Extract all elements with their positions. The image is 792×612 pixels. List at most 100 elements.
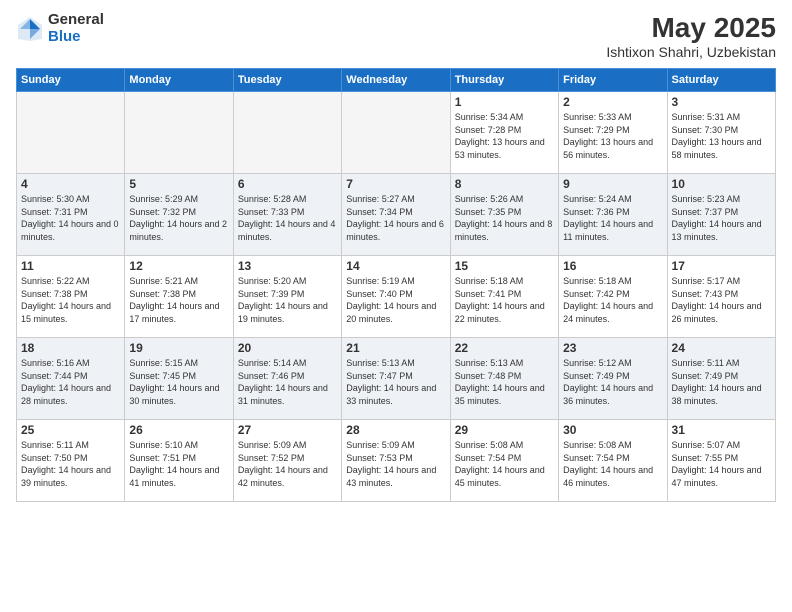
day-info: Sunrise: 5:07 AM Sunset: 7:55 PM Dayligh… [672,439,771,489]
calendar-week-1: 1Sunrise: 5:34 AM Sunset: 7:28 PM Daylig… [17,92,776,174]
calendar-cell: 24 Sunrise: 5:11 AM Sunset: 7:49 PM Dayli… [667,338,775,420]
calendar-cell: 2Sunrise: 5:33 AM Sunset: 7:29 PM Daylig… [559,92,667,174]
calendar-cell: 15 Sunrise: 5:18 AM Sunset: 7:41 PM Dayli… [450,256,558,338]
day-number: 4 [21,177,120,191]
calendar-week-2: 4Sunrise: 5:30 AM Sunset: 7:31 PM Daylig… [17,174,776,256]
page: General Blue May 2025 Ishtixon Shahri, U… [0,0,792,612]
title-block: May 2025 Ishtixon Shahri, Uzbekistan [606,12,776,60]
calendar-cell: 8 Sunrise: 5:26 AM Sunset: 7:35 PM Daylig… [450,174,558,256]
col-wednesday: Wednesday [342,69,450,92]
day-info: Sunrise: 5:27 AM Sunset: 7:34 PM Dayligh… [346,193,445,243]
day-number: 12 [129,259,228,273]
day-info: Sunrise: 5:15 AM Sunset: 7:45 PM Dayligh… [129,357,228,407]
day-info: Sunrise: 5:33 AM Sunset: 7:29 PM Dayligh… [563,111,662,161]
day-number: 1 [455,95,554,109]
calendar-cell: 5 Sunrise: 5:29 AM Sunset: 7:32 PM Daylig… [125,174,233,256]
calendar-cell: 22 Sunrise: 5:13 AM Sunset: 7:48 PM Dayli… [450,338,558,420]
calendar-cell: 17 Sunrise: 5:17 AM Sunset: 7:43 PM Dayli… [667,256,775,338]
day-number: 16 [563,259,662,273]
calendar-cell: 13 Sunrise: 5:20 AM Sunset: 7:39 PM Dayli… [233,256,341,338]
col-saturday: Saturday [667,69,775,92]
calendar-week-5: 25 Sunrise: 5:11 AM Sunset: 7:50 PM Dayli… [17,420,776,502]
calendar-cell: 3 Sunrise: 5:31 AM Sunset: 7:30 PM Daylig… [667,92,775,174]
calendar-cell [17,92,125,174]
col-monday: Monday [125,69,233,92]
day-number: 18 [21,341,120,355]
calendar-cell: 26 Sunrise: 5:10 AM Sunset: 7:51 PM Dayli… [125,420,233,502]
col-tuesday: Tuesday [233,69,341,92]
day-number: 27 [238,423,337,437]
day-info: Sunrise: 5:12 AM Sunset: 7:49 PM Dayligh… [563,357,662,407]
day-number: 23 [563,341,662,355]
logo-icon [16,15,44,43]
day-info: Sunrise: 5:31 AM Sunset: 7:30 PM Dayligh… [672,111,771,161]
day-number: 8 [455,177,554,191]
day-info: Sunrise: 5:18 AM Sunset: 7:41 PM Dayligh… [455,275,554,325]
calendar-cell [233,92,341,174]
day-info: Sunrise: 5:10 AM Sunset: 7:51 PM Dayligh… [129,439,228,489]
calendar-cell: 16Sunrise: 5:18 AM Sunset: 7:42 PM Dayli… [559,256,667,338]
calendar-week-3: 11Sunrise: 5:22 AM Sunset: 7:38 PM Dayli… [17,256,776,338]
main-title: May 2025 [606,12,776,44]
logo-general: General [48,12,104,29]
day-number: 22 [455,341,554,355]
calendar-cell: 9 Sunrise: 5:24 AM Sunset: 7:36 PM Daylig… [559,174,667,256]
day-number: 11 [21,259,120,273]
day-info: Sunrise: 5:19 AM Sunset: 7:40 PM Dayligh… [346,275,445,325]
calendar-cell: 6 Sunrise: 5:28 AM Sunset: 7:33 PM Daylig… [233,174,341,256]
day-info: Sunrise: 5:11 AM Sunset: 7:50 PM Dayligh… [21,439,120,489]
day-number: 10 [672,177,771,191]
logo: General Blue [16,12,104,45]
day-number: 25 [21,423,120,437]
calendar-cell: 31 Sunrise: 5:07 AM Sunset: 7:55 PM Dayli… [667,420,775,502]
col-sunday: Sunday [17,69,125,92]
day-info: Sunrise: 5:21 AM Sunset: 7:38 PM Dayligh… [129,275,228,325]
header: General Blue May 2025 Ishtixon Shahri, U… [16,12,776,60]
calendar-cell: 11Sunrise: 5:22 AM Sunset: 7:38 PM Dayli… [17,256,125,338]
day-info: Sunrise: 5:08 AM Sunset: 7:54 PM Dayligh… [455,439,554,489]
day-number: 30 [563,423,662,437]
calendar-cell: 19Sunrise: 5:15 AM Sunset: 7:45 PM Dayli… [125,338,233,420]
day-number: 9 [563,177,662,191]
day-number: 20 [238,341,337,355]
calendar-cell: 30Sunrise: 5:08 AM Sunset: 7:54 PM Dayli… [559,420,667,502]
calendar-cell: 14Sunrise: 5:19 AM Sunset: 7:40 PM Dayli… [342,256,450,338]
day-info: Sunrise: 5:24 AM Sunset: 7:36 PM Dayligh… [563,193,662,243]
day-number: 24 [672,341,771,355]
day-info: Sunrise: 5:26 AM Sunset: 7:35 PM Dayligh… [455,193,554,243]
day-info: Sunrise: 5:20 AM Sunset: 7:39 PM Dayligh… [238,275,337,325]
logo-text: General Blue [48,12,104,45]
day-number: 17 [672,259,771,273]
logo-blue: Blue [48,29,104,46]
calendar-cell: 7Sunrise: 5:27 AM Sunset: 7:34 PM Daylig… [342,174,450,256]
calendar-cell: 12 Sunrise: 5:21 AM Sunset: 7:38 PM Dayli… [125,256,233,338]
day-info: Sunrise: 5:29 AM Sunset: 7:32 PM Dayligh… [129,193,228,243]
calendar-cell: 10 Sunrise: 5:23 AM Sunset: 7:37 PM Dayli… [667,174,775,256]
day-info: Sunrise: 5:23 AM Sunset: 7:37 PM Dayligh… [672,193,771,243]
day-number: 26 [129,423,228,437]
day-info: Sunrise: 5:17 AM Sunset: 7:43 PM Dayligh… [672,275,771,325]
day-number: 13 [238,259,337,273]
day-info: Sunrise: 5:28 AM Sunset: 7:33 PM Dayligh… [238,193,337,243]
day-number: 6 [238,177,337,191]
day-info: Sunrise: 5:14 AM Sunset: 7:46 PM Dayligh… [238,357,337,407]
day-info: Sunrise: 5:13 AM Sunset: 7:48 PM Dayligh… [455,357,554,407]
day-number: 5 [129,177,228,191]
day-number: 29 [455,423,554,437]
calendar-cell: 28Sunrise: 5:09 AM Sunset: 7:53 PM Dayli… [342,420,450,502]
calendar-cell: 21Sunrise: 5:13 AM Sunset: 7:47 PM Dayli… [342,338,450,420]
col-friday: Friday [559,69,667,92]
day-number: 3 [672,95,771,109]
calendar: Sunday Monday Tuesday Wednesday Thursday… [16,68,776,502]
calendar-header-row: Sunday Monday Tuesday Wednesday Thursday… [17,69,776,92]
calendar-cell: 27Sunrise: 5:09 AM Sunset: 7:52 PM Dayli… [233,420,341,502]
calendar-cell: 23 Sunrise: 5:12 AM Sunset: 7:49 PM Dayli… [559,338,667,420]
day-number: 15 [455,259,554,273]
day-number: 31 [672,423,771,437]
day-info: Sunrise: 5:13 AM Sunset: 7:47 PM Dayligh… [346,357,445,407]
day-info: Sunrise: 5:16 AM Sunset: 7:44 PM Dayligh… [21,357,120,407]
subtitle: Ishtixon Shahri, Uzbekistan [606,44,776,60]
calendar-cell: 20 Sunrise: 5:14 AM Sunset: 7:46 PM Dayli… [233,338,341,420]
calendar-cell: 29 Sunrise: 5:08 AM Sunset: 7:54 PM Dayli… [450,420,558,502]
day-info: Sunrise: 5:11 AM Sunset: 7:49 PM Dayligh… [672,357,771,407]
